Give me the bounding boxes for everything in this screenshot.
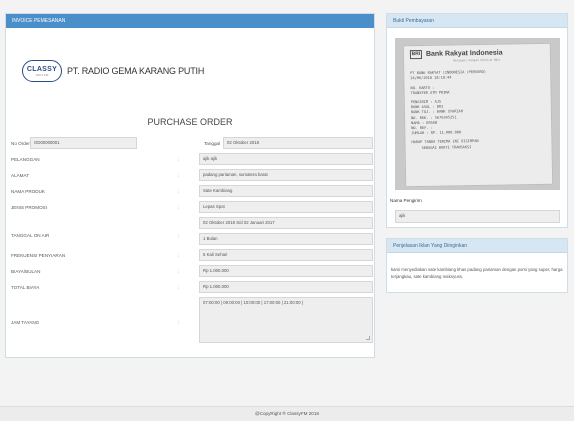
classy-logo-badge: CLASSY 103.4 FM: [22, 60, 62, 82]
tanggal-on-air-colon: :: [178, 233, 180, 238]
nama-pengirim-label: Nama Pengirim: [390, 198, 422, 203]
tanggal-on-air-range-field[interactable]: 02 Oktober 2018 S/d 02 Januari 2017: [199, 217, 373, 229]
biaya-bulan-field[interactable]: Rp 1.000.000: [199, 265, 373, 277]
durasi-field[interactable]: 1 Bulan: [199, 233, 373, 245]
bri-logo-icon: BRI: [409, 49, 423, 60]
jam-tayang-label: JAM TAYANG: [11, 320, 40, 325]
jenis-promosi-label: JENIS PROMOSI: [11, 205, 47, 210]
nama-produk-field[interactable]: Sate Kambiang: [199, 185, 373, 197]
jenis-promosi-colon: :: [178, 205, 180, 210]
tanggal-label: Tanggal: [204, 141, 221, 146]
total-biaya-field[interactable]: Rp 1.000.000: [199, 281, 373, 293]
frekuensi-label: FREKUENSI PENYIARAN: [11, 253, 66, 258]
invoice-panel: INVOICE PEMESANAN CLASSY 103.4 FM PT. RA…: [5, 13, 375, 358]
nama-produk-label: NAMA PRODUK: [11, 189, 45, 194]
logo-brand: CLASSY: [26, 65, 58, 73]
resize-handle-icon[interactable]: [366, 336, 370, 340]
receipt-bank-tagline: Melayani Dengan Setulus Hati: [453, 57, 501, 63]
pelanggan-label: PELANGGAN: [11, 157, 40, 162]
tanggal-field[interactable]: 02 Oktober 2018: [223, 137, 373, 149]
jam-tayang-textarea[interactable]: 07:00:00 | 09:00:00 | 10:00:00 | 17:00:0…: [199, 297, 373, 343]
bukti-panel-header: Bukti Pembayaran: [387, 14, 567, 28]
penjelasan-text: kami menyediakan sate kambiang khas pada…: [391, 267, 563, 279]
page-title: PURCHASE ORDER: [147, 117, 233, 127]
pelanggan-colon: :: [178, 157, 180, 162]
biaya-bulan-colon: :: [178, 269, 180, 274]
company-logo: CLASSY 103.4 FM PT. RADIO GEMA KARANG PU…: [22, 60, 204, 82]
frekuensi-field[interactable]: 5 Kali Sehari: [199, 249, 373, 261]
nama-pengirim-field[interactable]: ajik: [395, 210, 560, 223]
no-order-field[interactable]: OD00000001: [30, 137, 137, 149]
logo-frequency: 103.4 FM: [35, 72, 49, 77]
biaya-bulan-label: BIAYA/BULAN: [11, 269, 41, 274]
company-name: PT. RADIO GEMA KARANG PUTIH: [67, 66, 205, 76]
footer: @CopyRight ® ClassyFM 2018: [0, 406, 574, 421]
alamat-colon: :: [178, 173, 180, 178]
penjelasan-panel-header: Penjelasan Iklan Yang Diinginkan: [387, 239, 567, 253]
copyright-text: @CopyRight ® ClassyFM 2018: [255, 411, 319, 416]
alamat-label: ALAMAT: [11, 173, 30, 178]
nama-produk-colon: :: [178, 189, 180, 194]
bukti-pembayaran-panel: Bukti Pembayaran BRI Bank Rakyat Indones…: [386, 13, 568, 228]
alamat-field[interactable]: padang pariaman, sumatera barat: [199, 169, 373, 181]
frekuensi-colon: :: [178, 253, 180, 258]
receipt-bank-name: Bank Rakyat Indonesia: [425, 49, 503, 58]
no-order-label: No Order: [11, 141, 30, 146]
penjelasan-iklan-panel: Penjelasan Iklan Yang Diinginkan kami me…: [386, 238, 568, 293]
atm-receipt: BRI Bank Rakyat Indonesia Melayani Denga…: [402, 42, 554, 188]
jam-tayang-value: 07:00:00 | 09:00:00 | 10:00:00 | 17:00:0…: [203, 300, 303, 305]
jenis-promosi-field[interactable]: Lepas Spot: [199, 201, 373, 213]
pelanggan-field[interactable]: ajik ajik: [199, 153, 373, 165]
jam-tayang-colon: :: [178, 320, 180, 325]
invoice-panel-header: INVOICE PEMESANAN: [6, 14, 374, 28]
receipt-image: BRI Bank Rakyat Indonesia Melayani Denga…: [395, 38, 560, 190]
total-biaya-label: TOTAL BIAYA: [11, 285, 40, 290]
total-biaya-colon: :: [178, 285, 180, 290]
tanggal-on-air-label: TANGGAL ON AIR: [11, 233, 50, 238]
